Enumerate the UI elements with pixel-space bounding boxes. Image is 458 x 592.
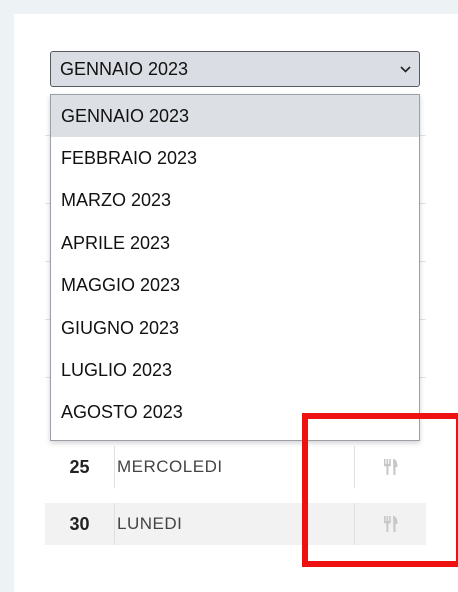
month-option[interactable]: GIUGNO 2023 — [51, 307, 419, 349]
month-option[interactable]: LUGLIO 2023 — [51, 349, 419, 391]
month-select-value: GENNAIO 2023 — [60, 58, 189, 79]
month-option[interactable]: MAGGIO 2023 — [51, 265, 419, 307]
day-number: 25 — [45, 446, 115, 488]
day-number: 30 — [45, 503, 115, 545]
month-option[interactable]: GENNAIO 2023 — [51, 95, 419, 138]
month-option[interactable]: APRILE 2023 — [51, 222, 419, 264]
month-select[interactable]: GENNAIO 2023 — [50, 51, 420, 87]
month-option[interactable]: MARZO 2023 — [51, 180, 419, 222]
chevron-down-icon — [400, 62, 411, 76]
month-dropdown-list[interactable]: GENNAIO 2023 FEBBRAIO 2023 MARZO 2023 AP… — [50, 94, 420, 441]
highlight-box — [302, 413, 458, 567]
month-option[interactable]: FEBBRAIO 2023 — [51, 137, 419, 179]
